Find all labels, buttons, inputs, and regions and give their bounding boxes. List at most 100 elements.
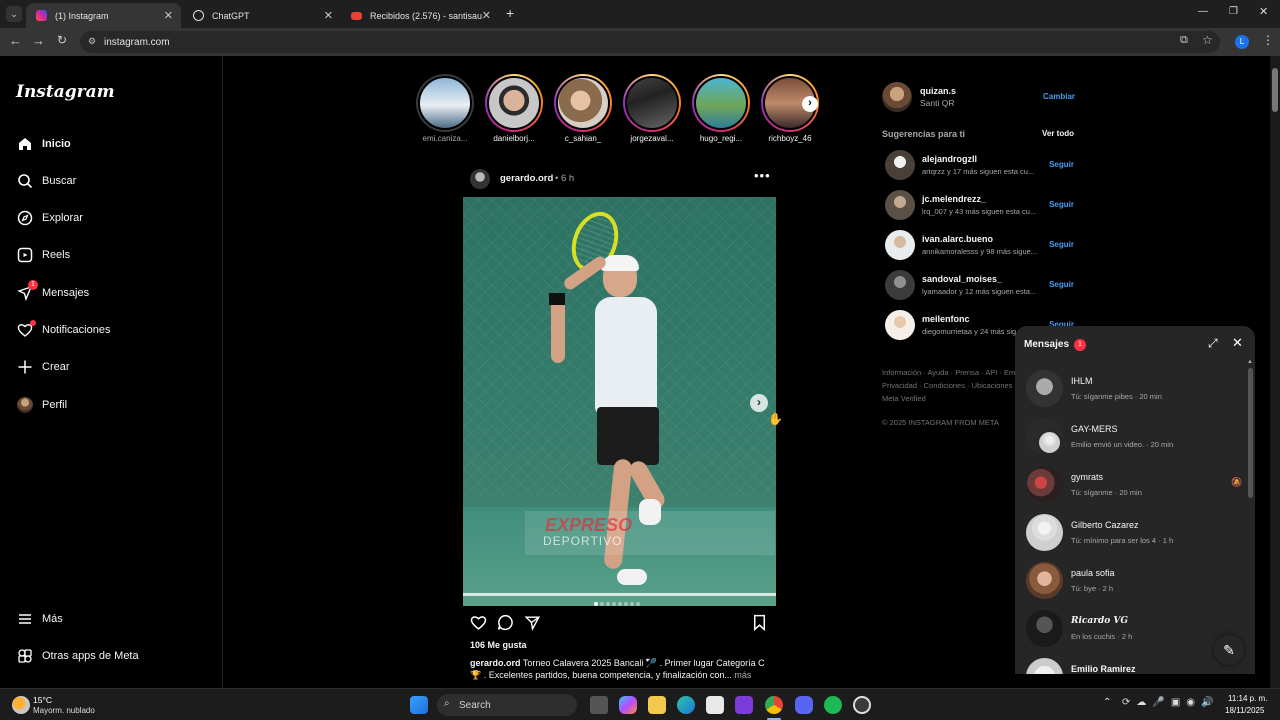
conversation-item[interactable]: paula sofia Tú: bye · 2 h xyxy=(1015,558,1247,604)
chrome-icon[interactable] xyxy=(765,696,783,714)
stories-next-chevron-icon[interactable]: › xyxy=(802,96,818,112)
caption-username[interactable]: gerardo.ord xyxy=(470,658,521,668)
clock-date[interactable]: 18/11/2025 xyxy=(1225,706,1264,715)
scroll-up-arrow-icon[interactable]: ▲ xyxy=(1247,359,1253,365)
chevron-up-icon[interactable]: ⌃ xyxy=(1103,697,1111,708)
back-icon[interactable]: ← xyxy=(9,33,22,48)
close-icon[interactable]: ✕ xyxy=(1232,335,1243,351)
instagram-logo[interactable]: Instagram xyxy=(16,82,115,102)
scrollbar-thumb[interactable] xyxy=(1272,68,1278,112)
store-icon[interactable] xyxy=(706,696,724,714)
nav-item-reels[interactable]: Reels xyxy=(16,243,70,267)
windows-start-icon[interactable] xyxy=(410,696,428,714)
more-options-icon[interactable]: ••• xyxy=(754,168,771,183)
file-explorer-icon[interactable] xyxy=(648,696,666,714)
caption-more-link[interactable]: más xyxy=(734,670,751,680)
nav-item-home[interactable]: Inicio xyxy=(16,132,71,156)
expand-icon[interactable]: ⤢ xyxy=(1208,336,1218,351)
weather-icon[interactable] xyxy=(12,696,30,714)
post-image[interactable]: EXPRESO DEPORTIVO › xyxy=(463,197,776,606)
conversation-item[interactable]: GAY-MERS Emilio envió un video. · 20 min xyxy=(1015,414,1247,460)
close-window-icon[interactable]: ✕ xyxy=(1259,5,1268,18)
tab-chatgpt[interactable]: ChatGPT ✕ xyxy=(183,3,341,28)
close-icon[interactable]: ✕ xyxy=(164,9,173,22)
see-all-link[interactable]: Ver todo xyxy=(1042,129,1074,138)
nav-item-meta-apps[interactable]: Otras apps de Meta xyxy=(16,644,139,668)
compose-message-button[interactable]: ✎ xyxy=(1214,635,1244,665)
install-app-icon[interactable]: ⧉ xyxy=(1180,34,1188,47)
suggestion-username[interactable]: alejandrogzll xyxy=(922,154,977,164)
footer-links[interactable]: Información · Ayuda · Prensa · API · Em xyxy=(882,368,1015,377)
follow-button[interactable]: Seguir xyxy=(1049,280,1074,289)
minimize-icon[interactable]: — xyxy=(1198,6,1208,17)
follow-button[interactable]: Seguir xyxy=(1049,160,1074,169)
suggestion-username[interactable]: meilenfonc xyxy=(922,314,970,324)
carousel-next-chevron-icon[interactable]: › xyxy=(750,394,768,412)
story-item[interactable]: jorgezaval... xyxy=(621,74,683,143)
switch-account-link[interactable]: Cambiar xyxy=(1043,92,1075,101)
conversation-item[interactable]: Emilio Ramirez xyxy=(1015,654,1247,674)
tab-instagram[interactable]: (1) Instagram ✕ xyxy=(26,3,181,28)
copilot-icon[interactable] xyxy=(619,696,637,714)
suggestion-username[interactable]: ivan.alarc.bueno xyxy=(922,234,993,244)
suggestion-avatar[interactable] xyxy=(885,310,915,340)
discord-icon[interactable] xyxy=(795,696,813,714)
forward-icon[interactable]: → xyxy=(32,33,45,48)
nav-item-more[interactable]: Más xyxy=(16,607,63,631)
suggestion-avatar[interactable] xyxy=(885,270,915,300)
story-item[interactable]: emi.caniza... xyxy=(414,74,476,143)
suggestion-avatar[interactable] xyxy=(885,150,915,180)
task-view-icon[interactable] xyxy=(590,696,608,714)
story-item[interactable]: hugo_regi... xyxy=(690,74,752,143)
conversation-item[interactable]: Ricardo VG En los cuchis · 2 h xyxy=(1015,606,1247,652)
system-tray-icons[interactable]: ⟳☁🎤▣◉🔊 xyxy=(1122,697,1219,708)
suggestion-avatar[interactable] xyxy=(885,230,915,260)
app-icon[interactable] xyxy=(853,696,871,714)
post-likes[interactable]: 106 Me gusta xyxy=(470,640,527,650)
edge-icon[interactable] xyxy=(677,696,695,714)
my-username[interactable]: quizan.s xyxy=(920,86,956,96)
story-item[interactable]: danielborj... xyxy=(483,74,545,143)
close-icon[interactable]: ✕ xyxy=(324,9,333,22)
app-icon[interactable] xyxy=(735,696,753,714)
site-info-icon[interactable]: ⚙ xyxy=(88,36,96,47)
suggestion-username[interactable]: sandoval_moises_ xyxy=(922,274,1002,284)
reload-icon[interactable]: ↻ xyxy=(57,33,67,47)
footer-links[interactable]: Privacidad · Condiciones · Ubicaciones xyxy=(882,381,1012,390)
like-heart-icon[interactable] xyxy=(470,614,487,635)
nav-item-profile[interactable]: Perfil xyxy=(16,393,67,417)
weather-temp[interactable]: 15°C xyxy=(33,695,52,705)
suggestion-username[interactable]: jc.melendrezz_ xyxy=(922,194,986,204)
close-icon[interactable]: ✕ xyxy=(482,9,491,22)
follow-button[interactable]: Seguir xyxy=(1049,240,1074,249)
nav-item-messages[interactable]: 1 Mensajes xyxy=(16,280,89,305)
share-icon[interactable] xyxy=(524,614,541,635)
maximize-icon[interactable]: ❐ xyxy=(1229,6,1238,17)
conversation-item[interactable]: IHLM Tú: síganme pibes · 20 min xyxy=(1015,366,1247,412)
clock-time[interactable]: 11:14 p. m. xyxy=(1228,694,1267,703)
follow-button[interactable]: Seguir xyxy=(1049,200,1074,209)
suggestion-avatar[interactable] xyxy=(885,190,915,220)
save-bookmark-icon[interactable] xyxy=(751,614,768,635)
conversation-item[interactable]: Gilberto Cazarez Tú: mínimo para ser los… xyxy=(1015,510,1247,556)
post-author-avatar[interactable] xyxy=(470,169,490,189)
bookmark-star-icon[interactable]: ☆ xyxy=(1202,33,1213,47)
profile-avatar[interactable]: L xyxy=(1235,35,1249,49)
new-tab-icon[interactable]: + xyxy=(506,5,514,21)
browser-menu-icon[interactable]: ⋮ xyxy=(1262,33,1274,47)
nav-item-notifications[interactable]: Notificaciones xyxy=(16,318,110,342)
tab-search-icon[interactable]: ⌄ xyxy=(6,6,22,22)
conversation-item[interactable]: gymrats Tú: síganme · 20 min 🔕 xyxy=(1015,462,1247,508)
messages-title[interactable]: Mensajes xyxy=(1024,339,1069,350)
my-avatar[interactable] xyxy=(882,82,912,112)
page-scrollbar[interactable] xyxy=(1270,56,1280,688)
taskbar-search-input[interactable]: ⌕ Search xyxy=(437,694,577,716)
nav-item-explore[interactable]: Explorar xyxy=(16,206,83,230)
spotify-icon[interactable] xyxy=(824,696,842,714)
nav-item-search[interactable]: Buscar xyxy=(16,169,76,193)
weather-desc[interactable]: Mayorm. nublado xyxy=(33,706,95,715)
nav-item-create[interactable]: Crear xyxy=(16,355,70,379)
messages-scrollbar[interactable] xyxy=(1248,368,1253,498)
url-input[interactable]: ⚙ instagram.com ⧉ ☆ xyxy=(80,31,1220,53)
footer-links[interactable]: Meta Verified xyxy=(882,394,926,403)
